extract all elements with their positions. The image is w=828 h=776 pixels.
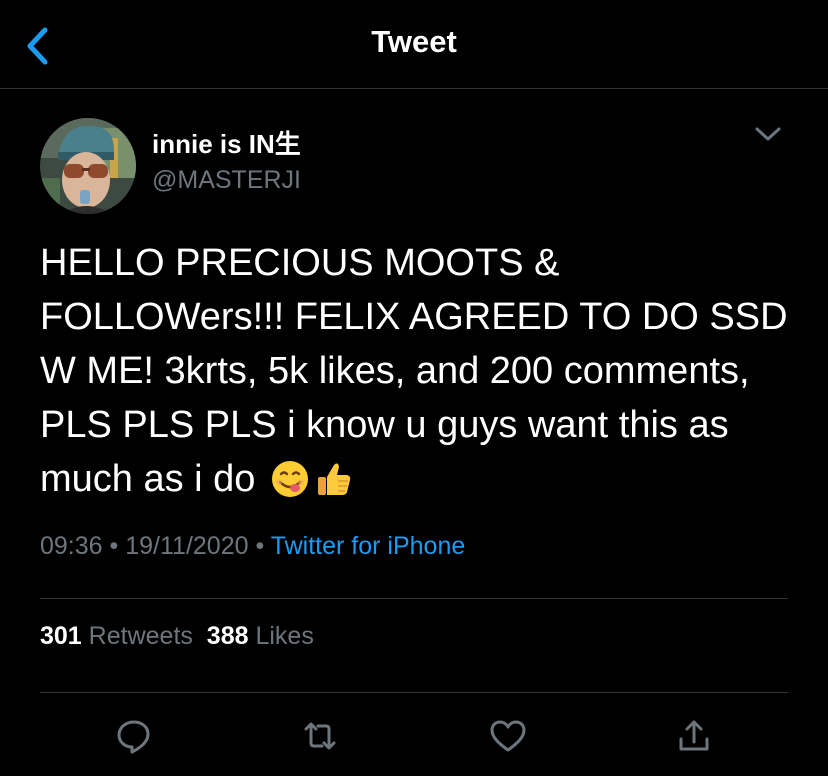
like-button[interactable] [486, 714, 530, 758]
retweets-stat[interactable]: 301 Retweets [40, 622, 193, 650]
author-handle[interactable]: @MASTERJI [152, 166, 301, 195]
face-savoring-food-emoji [270, 459, 310, 514]
tweet-stats: 301 Retweets 388 Likes [40, 622, 314, 651]
meta-separator: • [109, 532, 119, 560]
thumbs-up-emoji [314, 459, 354, 514]
share-button[interactable] [672, 714, 716, 758]
avatar[interactable] [40, 118, 136, 214]
tweet-date: 19/11/2020 [125, 532, 249, 560]
chevron-down-icon [755, 127, 781, 141]
divider [40, 692, 788, 693]
heart-icon [490, 720, 526, 752]
likes-stat[interactable]: 388 Likes [207, 622, 314, 650]
tweet-text: HELLO PRECIOUS MOOTS & FOLLOWers!!! FELI… [40, 242, 788, 500]
retweets-count: 301 [40, 622, 82, 650]
reply-icon [117, 720, 150, 754]
retweets-label: Retweets [88, 622, 193, 650]
more-options-button[interactable] [746, 112, 790, 156]
tweet-source-link[interactable]: Twitter for iPhone [271, 532, 466, 560]
author-display-name[interactable]: innie is IN生 [152, 124, 301, 161]
share-icon [679, 720, 709, 751]
meta-separator: • [255, 532, 265, 560]
likes-count: 388 [206, 622, 249, 650]
tweet-meta: 09:36 • 19/11/2020 • Twitter for iPhone [40, 532, 465, 561]
tweet-time: 09:36 [40, 532, 103, 560]
retweet-icon [304, 722, 336, 750]
nav-bar: Tweet [0, 0, 828, 89]
retweet-button[interactable] [298, 714, 342, 758]
likes-label: Likes [255, 622, 314, 650]
tweet-body: HELLO PRECIOUS MOOTS & FOLLOWers!!! FELI… [40, 236, 800, 514]
divider [40, 598, 788, 599]
page-title: Tweet [371, 24, 457, 59]
reply-button[interactable] [112, 714, 156, 758]
